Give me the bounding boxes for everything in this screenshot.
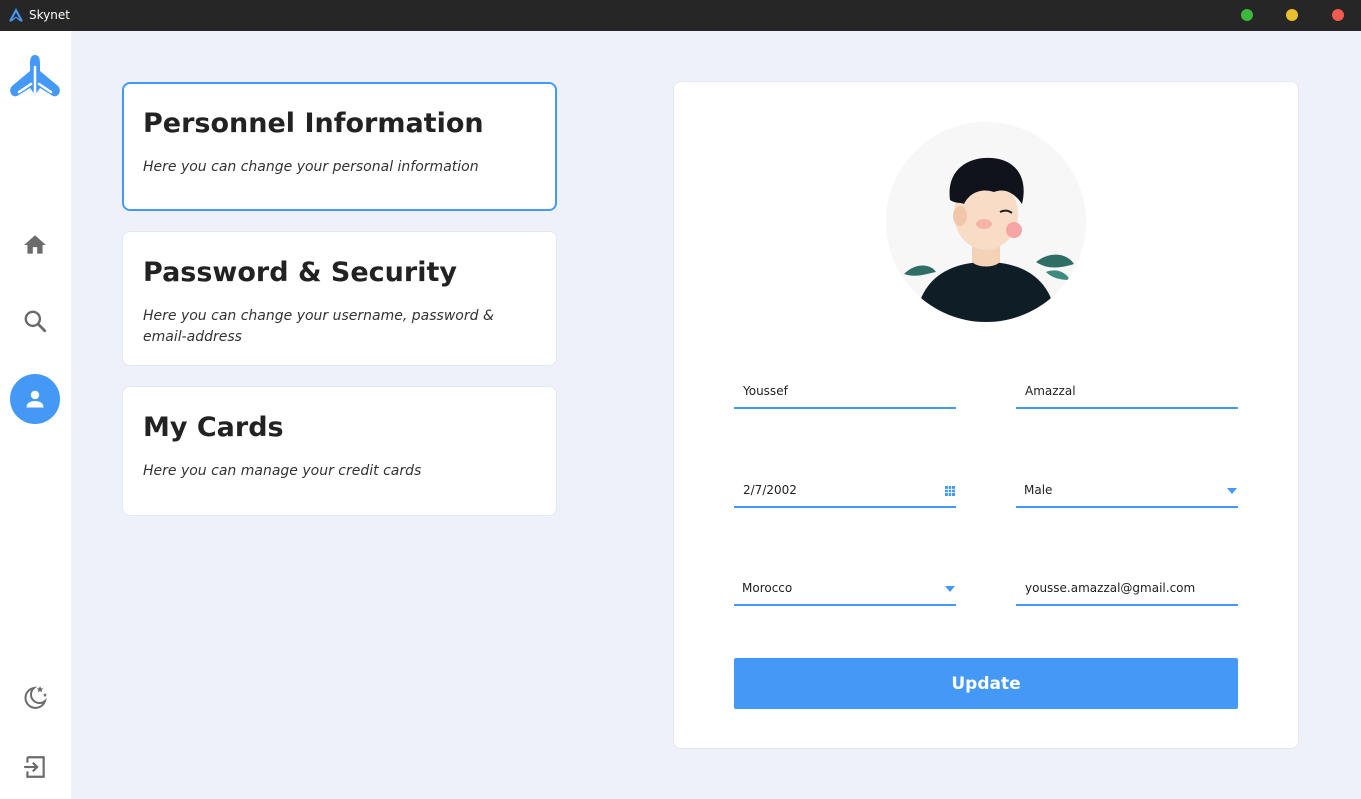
last-name-input[interactable] [1016, 375, 1238, 407]
sidebar-item-profile[interactable] [10, 374, 60, 424]
user-icon [26, 390, 44, 408]
settings-card-my-cards[interactable]: My Cards Here you can manage your credit… [122, 386, 557, 516]
gender-value: Male [1024, 483, 1053, 497]
gender-select[interactable]: Male [1016, 474, 1238, 508]
sidebar [0, 31, 71, 799]
profile-form-panel: Male Morocco Update [673, 81, 1299, 749]
card-description: Here you can change your personal inform… [143, 159, 479, 175]
card-title: Password & Security [143, 257, 457, 288]
last-name-field[interactable] [1016, 375, 1238, 409]
window-title: Skynet [29, 8, 70, 22]
chevron-down-icon[interactable] [944, 583, 956, 595]
close-button[interactable] [1332, 9, 1344, 21]
settings-card-personnel-information[interactable]: Personnel Information Here you can chang… [122, 82, 557, 211]
email-input[interactable] [1016, 572, 1238, 604]
minimize-button[interactable] [1286, 9, 1298, 21]
country-value: Morocco [742, 581, 793, 595]
search-icon [24, 310, 47, 333]
chevron-down-icon[interactable] [1226, 485, 1238, 497]
logout-button[interactable] [10, 742, 60, 792]
card-description: Here you can manage your credit cards [143, 463, 422, 479]
update-button[interactable]: Update [734, 658, 1238, 709]
first-name-field[interactable] [734, 375, 956, 409]
birth-date-input[interactable] [734, 474, 956, 506]
calendar-icon[interactable] [944, 485, 956, 497]
title-bar: Skynet [0, 0, 1361, 31]
logout-icon [24, 756, 45, 778]
first-name-input[interactable] [734, 375, 956, 407]
moon-stars-icon [24, 686, 48, 709]
birth-date-field[interactable] [734, 474, 956, 508]
settings-card-password-security[interactable]: Password & Security Here you can change … [122, 231, 557, 366]
app-logo-icon [9, 8, 23, 22]
country-select[interactable]: Morocco [734, 572, 956, 606]
sidebar-item-search[interactable] [10, 296, 60, 346]
maximize-button[interactable] [1241, 9, 1253, 21]
user-avatar-illustration [886, 122, 1086, 322]
home-icon [24, 235, 46, 254]
avatar[interactable] [886, 122, 1086, 322]
card-title: My Cards [143, 412, 284, 443]
sidebar-item-home[interactable] [10, 220, 60, 270]
theme-toggle-button[interactable] [10, 672, 60, 722]
card-description: Here you can change your username, passw… [143, 308, 494, 345]
email-field[interactable] [1016, 572, 1238, 606]
skynet-logo-icon [10, 55, 60, 97]
card-title: Personnel Information [143, 108, 484, 139]
